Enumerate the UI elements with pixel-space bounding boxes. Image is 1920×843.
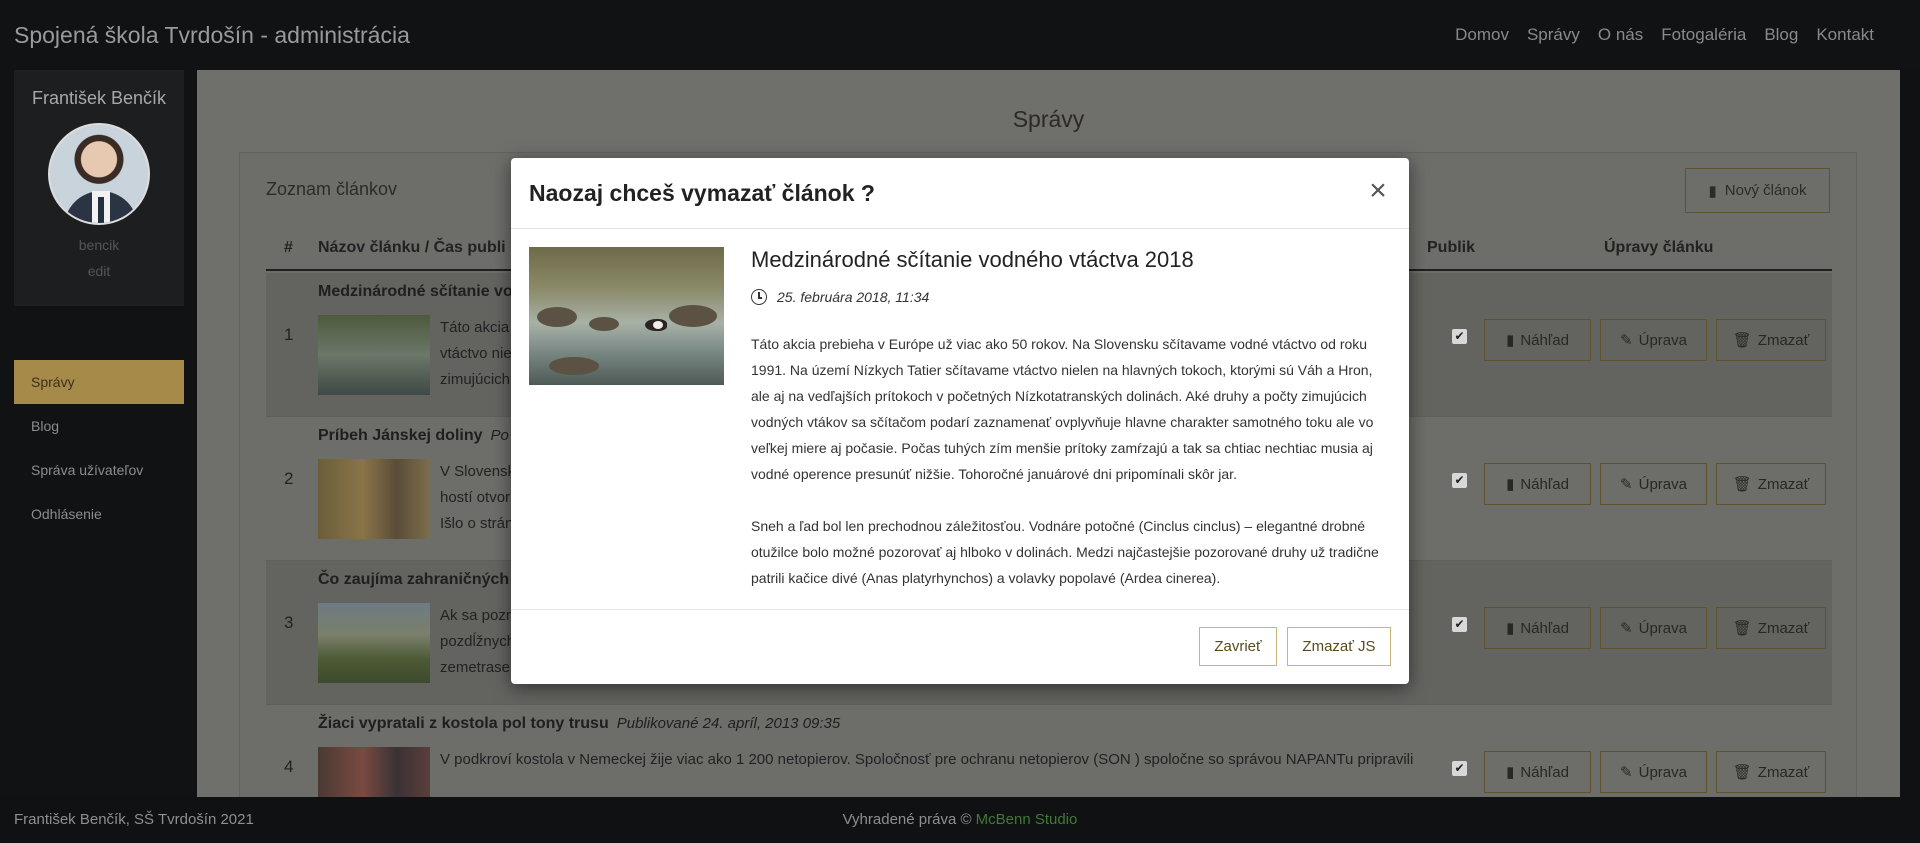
article-paragraph: Sneh a ľad bol len prechodnou záležitosť… [751, 518, 1379, 586]
close-icon[interactable]: × [1365, 176, 1391, 206]
article-text: Táto akcia prebieha v Európe už viac ako… [751, 331, 1391, 617]
clock-icon [751, 289, 767, 305]
delete-confirm-modal: Naozaj chceš vymazať článok ? × Medzinár… [511, 158, 1409, 684]
modal-title: Naozaj chceš vymazať článok ? [529, 180, 875, 206]
close-button[interactable]: Zavrieť [1199, 627, 1277, 666]
article-image [529, 247, 724, 385]
delete-confirm-button[interactable]: Zmazať JS [1287, 627, 1391, 666]
modal-body: Medzinárodné sčítanie vodného vtáctva 20… [511, 229, 1409, 610]
article-paragraph: Táto akcia prebieha v Európe už viac ako… [751, 336, 1374, 482]
modal-header: Naozaj chceš vymazať článok ? × [511, 158, 1409, 229]
modal-footer: Zavrieť Zmazať JS [511, 610, 1409, 683]
article-date: 25. februára 2018, 11:34 [751, 289, 929, 305]
article-title: Medzinárodné sčítanie vodného vtáctva 20… [751, 247, 1194, 272]
